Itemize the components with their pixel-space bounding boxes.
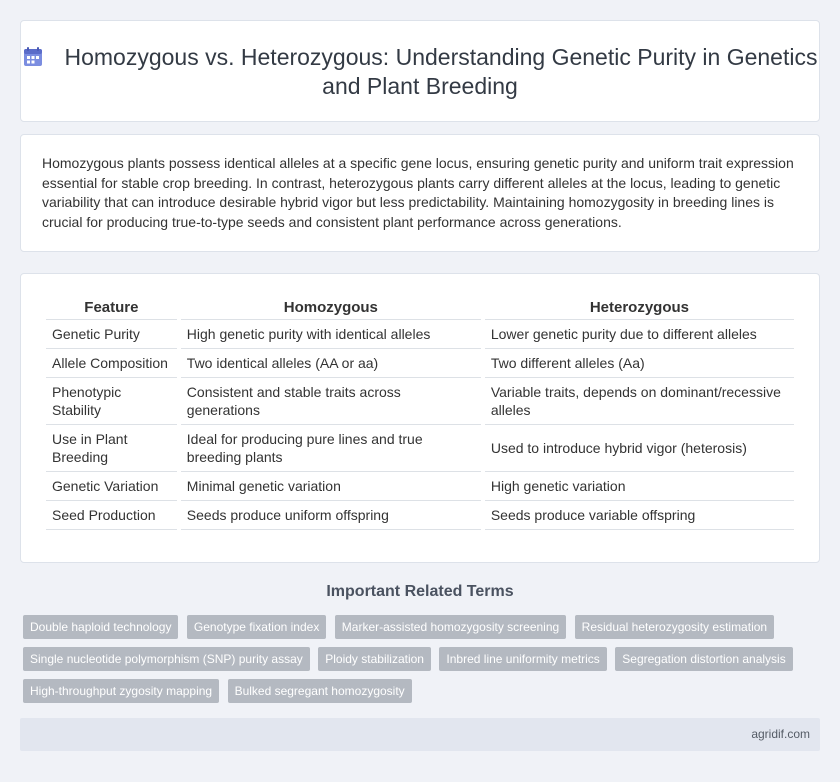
homozygous-cell: Minimal genetic variation [180,472,481,501]
related-term-tag[interactable]: Segregation distortion analysis [615,647,793,671]
table-row: Phenotypic Stability Consistent and stab… [46,378,794,425]
heterozygous-cell: Lower genetic purity due to different al… [484,320,794,349]
table-header-row: Feature Homozygous Heterozygous [46,295,794,320]
comparison-table: Feature Homozygous Heterozygous Genetic … [42,295,798,530]
calendar-icon [23,47,42,66]
feature-cell: Phenotypic Stability [46,378,177,425]
related-terms-title: Important Related Terms [326,583,514,600]
header-card: Homozygous vs. Heterozygous: Understandi… [20,20,820,122]
table-row: Allele Composition Two identical alleles… [46,349,794,378]
intro-paragraph: Homozygous plants possess identical alle… [42,155,794,230]
feature-cell: Allele Composition [46,349,177,378]
intro-card: Homozygous plants possess identical alle… [20,134,820,252]
related-term-tag[interactable]: High-throughput zygosity mapping [23,679,220,703]
homozygous-cell: Ideal for producing pure lines and true … [180,425,481,472]
related-term-tag[interactable]: Bulked segregant homozygosity [227,679,412,703]
table-row: Genetic Variation Minimal genetic variat… [46,472,794,501]
header-heterozygous: Heterozygous [484,295,794,320]
feature-cell: Use in Plant Breeding [46,425,177,472]
homozygous-cell: Two identical alleles (AA or aa) [180,349,481,378]
heterozygous-cell: Variable traits, depends on dominant/rec… [484,378,794,425]
feature-cell: Seed Production [46,501,177,530]
footer: agridif.com [20,718,820,751]
title-wrap: Homozygous vs. Heterozygous: Understandi… [21,43,819,101]
related-term-tag[interactable]: Ploidy stabilization [318,647,431,671]
footer-site[interactable]: agridif.com [751,727,810,741]
header-homozygous: Homozygous [180,295,481,320]
related-term-tag[interactable]: Marker-assisted homozygosity screening [334,615,567,639]
related-term-tag[interactable]: Double haploid technology [23,615,179,639]
related-terms-list: Double haploid technology Genotype fixat… [23,615,813,711]
related-term-tag[interactable]: Single nucleotide polymorphism (SNP) pur… [23,647,310,671]
page-title: Homozygous vs. Heterozygous: Understandi… [21,43,819,101]
related-term-tag[interactable]: Genotype fixation index [186,615,327,639]
homozygous-cell: High genetic purity with identical allel… [180,320,481,349]
related-term-tag[interactable]: Residual heterozygosity estimation [574,615,775,639]
feature-cell: Genetic Variation [46,472,177,501]
comparison-card: Feature Homozygous Heterozygous Genetic … [20,273,820,563]
homozygous-cell: Seeds produce uniform offspring [180,501,481,530]
feature-cell: Genetic Purity [46,320,177,349]
page-title-text: Homozygous vs. Heterozygous: Understandi… [64,44,818,99]
heterozygous-cell: Two different alleles (Aa) [484,349,794,378]
table-row: Use in Plant Breeding Ideal for producin… [46,425,794,472]
related-term-tag[interactable]: Inbred line uniformity metrics [439,647,607,671]
homozygous-cell: Consistent and stable traits across gene… [180,378,481,425]
header-feature: Feature [46,295,177,320]
heterozygous-cell: Seeds produce variable offspring [484,501,794,530]
heterozygous-cell: High genetic variation [484,472,794,501]
heterozygous-cell: Used to introduce hybrid vigor (heterosi… [484,425,794,472]
table-row: Genetic Purity High genetic purity with … [46,320,794,349]
table-row: Seed Production Seeds produce uniform of… [46,501,794,530]
